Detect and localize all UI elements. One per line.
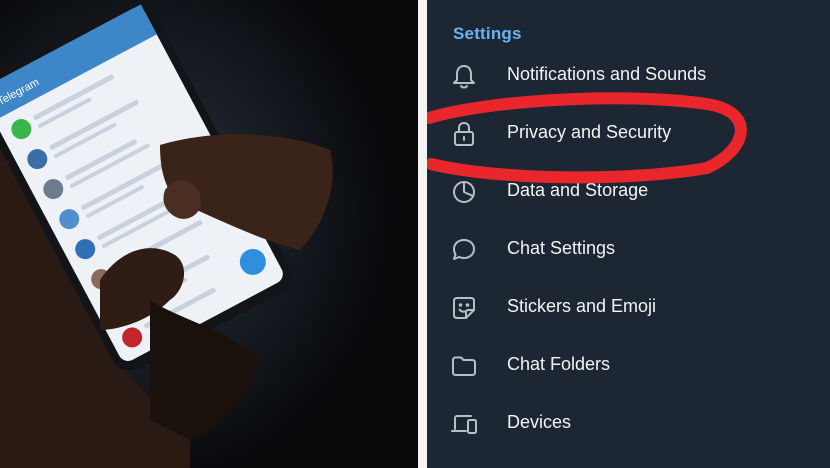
devices-icon	[449, 409, 479, 439]
folder-icon	[449, 351, 479, 381]
settings-item-label: Stickers and Emoji	[507, 296, 657, 316]
settings-item-chat-folders[interactable]: Chat Folders	[427, 337, 830, 395]
settings-item-stickers-emoji[interactable]: Stickers and Emoji	[427, 279, 830, 337]
chat-bubble-icon	[449, 235, 479, 265]
settings-item-devices[interactable]: Devices	[427, 395, 830, 453]
bell-icon	[449, 61, 479, 91]
settings-item-label: Notifications and Sounds	[507, 64, 707, 84]
settings-item-notifications[interactable]: Notifications and Sounds	[427, 47, 830, 105]
settings-item-data-storage[interactable]: Data and Storage	[427, 163, 830, 221]
settings-panel: Settings Notifications and Sounds Privac…	[427, 0, 830, 468]
settings-item-label: Privacy and Security	[507, 122, 672, 142]
settings-section-title: Settings	[453, 24, 522, 43]
image-divider	[418, 0, 427, 468]
settings-item-label: Chat Folders	[507, 354, 611, 374]
settings-item-chat-settings[interactable]: Chat Settings	[427, 221, 830, 279]
phone-photo: Telegram	[0, 0, 418, 468]
settings-item-label: Data and Storage	[507, 180, 649, 200]
settings-item-label: Chat Settings	[507, 238, 616, 258]
settings-item-privacy[interactable]: Privacy and Security	[427, 105, 830, 163]
sticker-icon	[449, 293, 479, 323]
settings-item-label: Devices	[507, 412, 572, 432]
lock-icon	[449, 119, 479, 149]
pie-chart-icon	[449, 177, 479, 207]
